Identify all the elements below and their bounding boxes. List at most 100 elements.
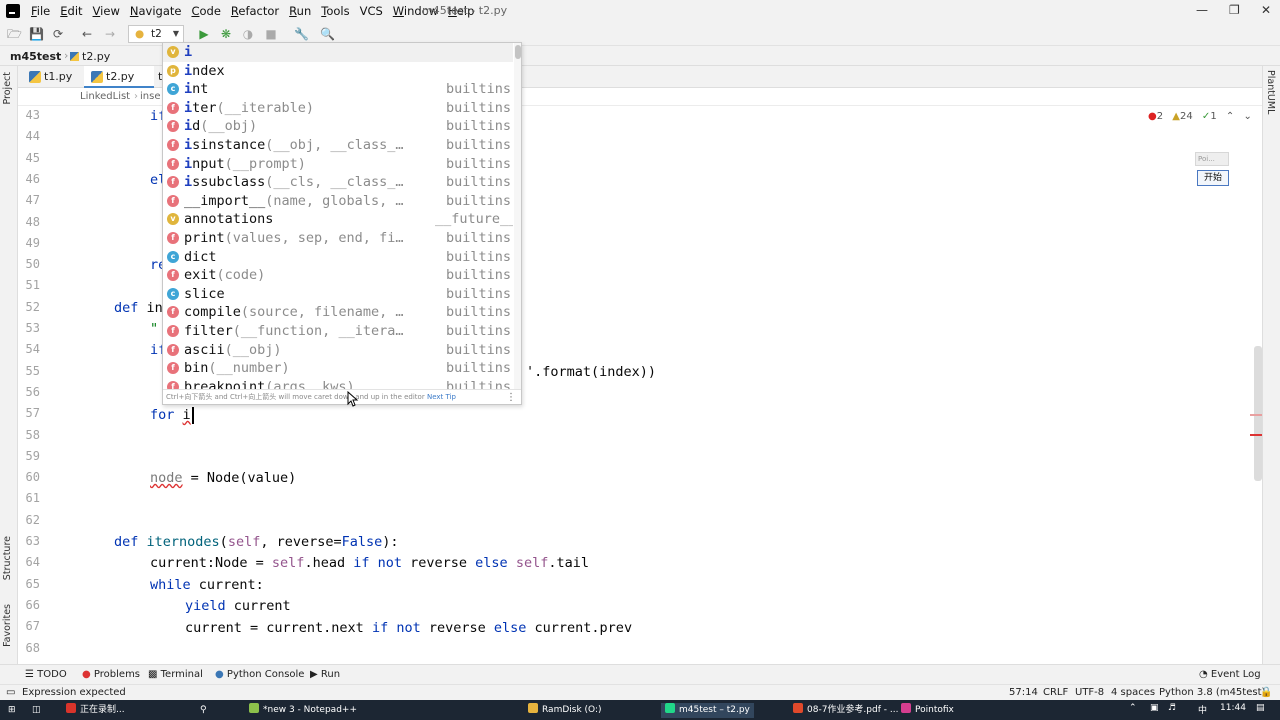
- problems-tool-button[interactable]: ● Problems: [82, 669, 140, 680]
- tab-t1-py[interactable]: t1.py: [22, 66, 82, 88]
- error-stripe-mark[interactable]: [1250, 434, 1262, 436]
- menu-refactor[interactable]: Refactor: [226, 4, 284, 18]
- minimize-button[interactable]: —: [1196, 3, 1208, 17]
- stop-icon[interactable]: ■: [264, 27, 278, 41]
- chevron-down-icon[interactable]: ⌄: [1243, 111, 1251, 122]
- caret-position[interactable]: 57:14: [1009, 686, 1038, 700]
- more-options-icon[interactable]: ⋮: [506, 390, 516, 404]
- save-all-icon[interactable]: 💾: [29, 27, 44, 41]
- wrench-icon[interactable]: 🔧: [294, 27, 309, 41]
- volume-icon[interactable]: ♬: [1168, 703, 1176, 713]
- mouse-cursor-icon: [347, 391, 359, 407]
- completion-item[interactable]: f print(values, sep, end, fi… builtins: [163, 229, 513, 248]
- clock[interactable]: 11:44: [1220, 703, 1246, 713]
- menu-view[interactable]: View: [88, 4, 125, 18]
- chevron-up-icon[interactable]: ⌃: [1226, 111, 1234, 122]
- project-crumb[interactable]: m45test: [10, 50, 61, 63]
- tab-label: t1.py: [44, 70, 73, 83]
- file-encoding[interactable]: UTF-8: [1075, 686, 1104, 700]
- taskbar-item-notepad[interactable]: *new 3 - Notepad++: [249, 703, 357, 718]
- terminal-tool-button[interactable]: ▩ Terminal: [148, 669, 203, 680]
- python-console-tool-button[interactable]: ● Python Console: [215, 669, 304, 680]
- completion-item[interactable]: f ascii(__obj) builtins: [163, 340, 513, 360]
- completion-item[interactable]: f bin(__number) builtins: [163, 359, 513, 378]
- notification-icon[interactable]: ▤: [1256, 703, 1265, 713]
- completion-item[interactable]: f id(__obj) builtins: [163, 117, 513, 136]
- network-icon[interactable]: ▣: [1150, 703, 1159, 713]
- task-view-icon[interactable]: ◫: [32, 703, 41, 718]
- completion-item[interactable]: c slice builtins: [163, 284, 513, 304]
- scroll-thumb[interactable]: [515, 45, 521, 59]
- search-icon[interactable]: 🔍: [320, 27, 335, 41]
- completion-signature: (__obj): [200, 118, 258, 135]
- search-icon[interactable]: ⚲: [200, 703, 207, 718]
- plantuml-tool-button[interactable]: PlantUML: [1265, 70, 1276, 114]
- run-icon[interactable]: ▶: [197, 27, 211, 41]
- completion-item[interactable]: f compile(source, filename, … builtins: [163, 303, 513, 322]
- code-token: def: [114, 534, 139, 550]
- inspection-widget[interactable]: ●2 ▲24 ✓1 ⌃ ⌄: [1148, 111, 1252, 122]
- completion-list[interactable]: v i p index c int builtins f iter(__iterable) bui…: [163, 43, 513, 389]
- menu-edit[interactable]: Edit: [55, 4, 87, 18]
- completion-item[interactable]: f __import__(name, globals, … builtins: [163, 191, 513, 211]
- completion-item[interactable]: p index: [163, 62, 513, 81]
- terminal-icon: ▩: [148, 669, 158, 680]
- lock-icon[interactable]: 🔒: [1260, 686, 1272, 700]
- completion-item[interactable]: v annotations __future__: [163, 210, 513, 229]
- taskbar-item-recorder[interactable]: 正在录制...: [66, 703, 125, 718]
- project-tool-button[interactable]: Project: [2, 72, 13, 105]
- error-stripe-mark[interactable]: [1250, 414, 1262, 416]
- debug-icon[interactable]: ❋: [219, 27, 233, 41]
- code-token: else: [493, 620, 527, 636]
- completion-item[interactable]: c dict builtins: [163, 247, 513, 267]
- coverage-icon[interactable]: ◑: [241, 27, 255, 41]
- maximize-button[interactable]: ❐: [1229, 3, 1240, 17]
- completion-item[interactable]: f input(__prompt) builtins: [163, 154, 513, 174]
- completion-item[interactable]: f issubclass(__cls, __class_… builtins: [163, 173, 513, 192]
- next-tip-link[interactable]: Next Tip: [427, 393, 456, 401]
- taskbar-item-ramdisk[interactable]: RamDisk (O:): [528, 703, 602, 718]
- favorites-tool-button[interactable]: Favorites: [2, 604, 13, 647]
- input-language[interactable]: 中: [1198, 703, 1207, 716]
- windows-start-icon[interactable]: ⊞: [8, 703, 16, 718]
- method-crumb[interactable]: inse: [140, 91, 160, 102]
- completion-item[interactable]: f filter(__function, __itera… builtins: [163, 322, 513, 341]
- taskbar-item-pdf[interactable]: 08-7作业参考.pdf - ...: [793, 703, 898, 718]
- taskbar-item-pycharm[interactable]: m45test – t2.py: [661, 703, 754, 718]
- completion-popup[interactable]: v i p index c int builtins f iter(__iterable) bui…: [162, 42, 522, 405]
- event-log-tool-button[interactable]: ◔ Event Log: [1199, 669, 1261, 680]
- menu-run[interactable]: Run: [284, 4, 316, 18]
- completion-item[interactable]: vi: [163, 43, 513, 62]
- tray-chevron-icon[interactable]: ⌃: [1129, 703, 1137, 713]
- run-configuration-select[interactable]: ● t2 ▼: [128, 25, 184, 43]
- todo-tool-button[interactable]: ☰ TODO: [25, 669, 67, 680]
- completion-item[interactable]: f breakpoint(args, kws) builtins: [163, 377, 513, 389]
- menu-navigate[interactable]: Navigate: [125, 4, 187, 18]
- line-separator[interactable]: CRLF: [1043, 686, 1068, 700]
- completion-item[interactable]: f exit(code) builtins: [163, 266, 513, 285]
- back-arrow-icon[interactable]: ←: [80, 27, 94, 41]
- tab-t2-py[interactable]: t2.py: [84, 66, 154, 88]
- menu-vcs[interactable]: VCS: [355, 4, 388, 18]
- taskbar-item-pointofix[interactable]: Pointofix: [901, 703, 954, 718]
- structure-tool-button[interactable]: Structure: [2, 536, 13, 580]
- sync-icon[interactable]: ⟳: [51, 27, 65, 41]
- indent-setting[interactable]: 4 spaces: [1111, 686, 1155, 700]
- completion-item[interactable]: f isinstance(__obj, __class_… builtins: [163, 136, 513, 155]
- start-button[interactable]: 开始: [1197, 170, 1229, 186]
- open-folder-icon[interactable]: 🗁: [7, 27, 22, 41]
- python-interpreter[interactable]: Python 3.8 (m45test): [1159, 686, 1265, 700]
- class-crumb[interactable]: LinkedList: [80, 91, 130, 102]
- completion-kind-p-icon: p: [167, 64, 179, 77]
- code-line-60: node = Node(value): [76, 468, 296, 489]
- forward-arrow-icon[interactable]: →: [103, 27, 117, 41]
- menu-file[interactable]: File: [26, 4, 55, 18]
- run-tool-button[interactable]: ▶ Run: [310, 669, 340, 680]
- completion-item[interactable]: c int builtins: [163, 80, 513, 99]
- file-crumb[interactable]: t2.py: [82, 50, 110, 63]
- menu-code[interactable]: Code: [186, 4, 225, 18]
- completion-scrollbar[interactable]: [514, 43, 521, 389]
- menu-tools[interactable]: Tools: [316, 4, 354, 18]
- close-button[interactable]: ✕: [1261, 3, 1271, 17]
- completion-item[interactable]: f iter(__iterable) builtins: [163, 98, 513, 118]
